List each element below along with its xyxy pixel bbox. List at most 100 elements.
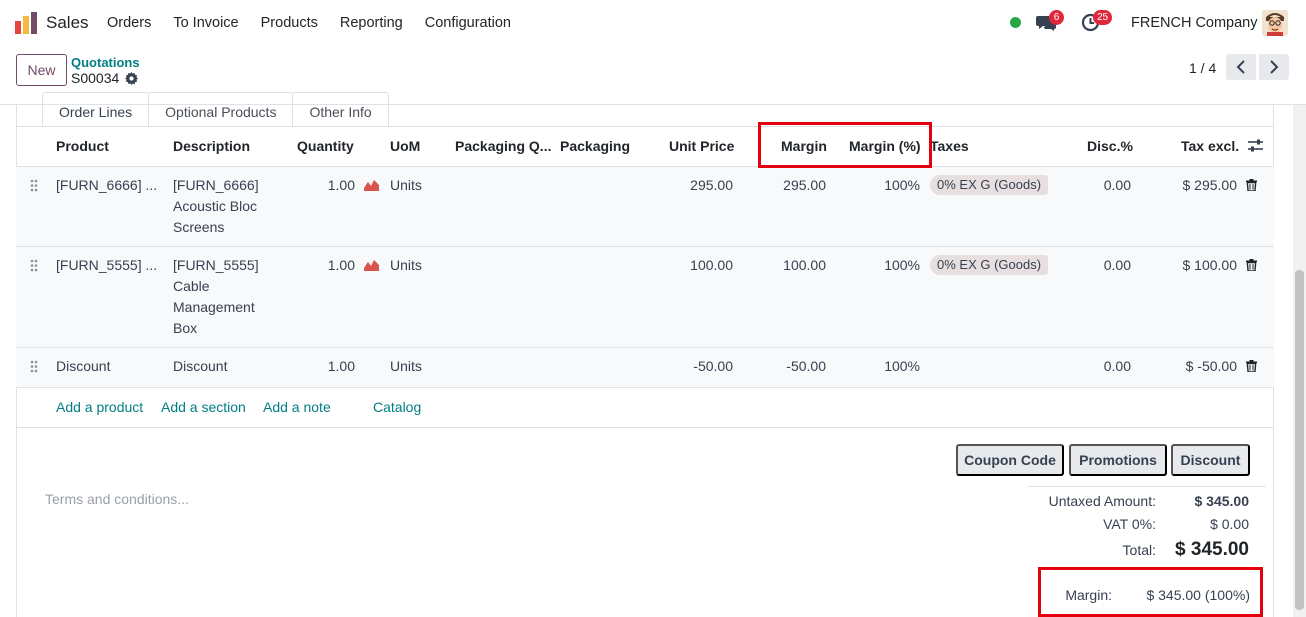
row-description-line[interactable]: [FURN_5555]: [173, 255, 259, 276]
total-value: $ 345.00: [1175, 539, 1249, 560]
row-quantity[interactable]: 1.00: [300, 356, 355, 377]
record-title: S00034: [71, 70, 139, 86]
pager-previous-button[interactable]: [1226, 54, 1256, 80]
column-header-packaging[interactable]: Packaging: [560, 138, 630, 154]
tax-tag[interactable]: 0% EX G (Goods): [930, 175, 1049, 195]
row-description-line[interactable]: Discount: [173, 356, 227, 377]
row-divider: [16, 387, 1274, 388]
top-navbar: Sales Orders To Invoice Products Reporti…: [0, 0, 1306, 46]
row-unit-price[interactable]: 100.00: [660, 255, 733, 276]
row-margin: 100.00: [783, 257, 826, 273]
add-product-link[interactable]: Add a product: [56, 399, 143, 415]
forecast-chart-icon[interactable]: [364, 259, 379, 271]
row-margin: -50.00: [786, 358, 826, 374]
column-header-unit-price[interactable]: Unit Price: [669, 138, 734, 154]
row-subtotal: $ 100.00: [1182, 257, 1238, 273]
drag-handle-icon[interactable]: [30, 360, 38, 373]
row-margin-pct: 100%: [884, 177, 920, 193]
user-avatar[interactable]: [1262, 10, 1288, 36]
tab-optional-products[interactable]: Optional Products: [148, 92, 294, 127]
row-description-line[interactable]: Cable: [173, 276, 210, 297]
scrollbar-thumb[interactable]: [1295, 270, 1304, 610]
coupon-code-button[interactable]: Coupon Code: [956, 444, 1064, 476]
table-bottom-border: [16, 427, 1274, 428]
row-margin-pct: 100%: [884, 358, 920, 374]
row-uom[interactable]: Units: [390, 255, 422, 276]
tabs-cover-line: [0, 104, 1306, 105]
company-switcher[interactable]: FRENCH Company: [1131, 15, 1258, 31]
vat-value: $ 0.00: [1210, 516, 1249, 532]
row-quantity[interactable]: 1.00: [300, 175, 355, 196]
row-unit-price[interactable]: 295.00: [660, 175, 733, 196]
column-header-description[interactable]: Description: [173, 138, 250, 154]
vat-label: VAT 0%:: [1103, 516, 1156, 532]
column-header-taxes[interactable]: Taxes: [930, 138, 969, 154]
row-description-line[interactable]: Management: [173, 297, 255, 318]
row-unit-price[interactable]: -50.00: [660, 356, 733, 377]
table-top-border: [16, 126, 1274, 127]
presence-status-icon[interactable]: [1010, 17, 1021, 28]
add-note-link[interactable]: Add a note: [263, 399, 331, 415]
trash-icon[interactable]: [1246, 259, 1257, 271]
row-discount[interactable]: 0.00: [1070, 175, 1131, 196]
row-margin: 295.00: [783, 177, 826, 193]
breadcrumb-quotations[interactable]: Quotations: [71, 55, 140, 70]
sales-app-icon[interactable]: [15, 12, 37, 34]
record-name: S00034: [71, 70, 120, 86]
menu-configuration[interactable]: Configuration: [425, 15, 511, 31]
row-uom[interactable]: Units: [390, 356, 422, 377]
row-discount[interactable]: 0.00: [1070, 356, 1131, 377]
tab-order-lines-label: Order Lines: [59, 104, 133, 120]
untaxed-amount-label: Untaxed Amount:: [1048, 493, 1156, 509]
tax-tag[interactable]: 0% EX G (Goods): [930, 255, 1049, 275]
app-name[interactable]: Sales: [46, 13, 89, 33]
optional-columns-icon[interactable]: [1248, 139, 1263, 153]
row-discount[interactable]: 0.00: [1070, 255, 1131, 276]
menu-orders[interactable]: Orders: [107, 15, 151, 31]
pager-value[interactable]: 1 / 4: [1189, 60, 1216, 76]
tab-other-info-label: Other Info: [309, 104, 372, 120]
row-description-line[interactable]: [FURN_6666]: [173, 175, 259, 196]
row-product[interactable]: [FURN_6666] ...: [56, 175, 157, 196]
drag-handle-icon[interactable]: [30, 259, 38, 272]
row-description-line[interactable]: Acoustic Bloc: [173, 196, 257, 217]
column-header-tax-excl[interactable]: Tax excl.: [1181, 138, 1239, 154]
column-header-disc[interactable]: Disc.%: [1087, 138, 1133, 154]
pager-next-button[interactable]: [1259, 54, 1289, 80]
row-description-line[interactable]: Screens: [173, 217, 224, 238]
row-subtotal: $ 295.00: [1182, 177, 1238, 193]
column-header-quantity[interactable]: Quantity: [297, 138, 354, 154]
menu-to-invoice[interactable]: To Invoice: [173, 15, 238, 31]
total-label: Total:: [1122, 542, 1156, 558]
notebook-tabs: Order Lines Optional Products Other Info: [42, 92, 389, 127]
new-button[interactable]: New: [16, 54, 67, 86]
catalog-link[interactable]: Catalog: [373, 399, 421, 415]
row-quantity[interactable]: 1.00: [300, 255, 355, 276]
main-menu: Orders To Invoice Products Reporting Con…: [107, 15, 533, 31]
column-header-packaging-qty[interactable]: Packaging Q...: [455, 138, 551, 154]
add-section-link[interactable]: Add a section: [161, 399, 246, 415]
activity-count-badge: 25: [1093, 10, 1113, 25]
tab-other-info[interactable]: Other Info: [292, 92, 389, 127]
menu-reporting[interactable]: Reporting: [340, 15, 403, 31]
forecast-chart-icon[interactable]: [364, 179, 379, 191]
row-description-line[interactable]: Box: [173, 318, 197, 339]
promotions-button[interactable]: Promotions: [1069, 444, 1167, 476]
menu-products[interactable]: Products: [261, 15, 318, 31]
row-product[interactable]: Discount: [56, 356, 110, 377]
column-header-uom[interactable]: UoM: [390, 138, 420, 154]
terms-and-conditions-field[interactable]: Terms and conditions...: [45, 491, 189, 507]
discount-button[interactable]: Discount: [1171, 444, 1250, 476]
trash-icon[interactable]: [1246, 179, 1257, 191]
row-subtotal: $ -50.00: [1185, 358, 1237, 374]
margin-total-highlight: [1038, 567, 1263, 617]
row-product[interactable]: [FURN_5555] ...: [56, 255, 157, 276]
row-uom[interactable]: Units: [390, 175, 422, 196]
gear-icon[interactable]: [125, 71, 139, 85]
column-header-product[interactable]: Product: [56, 138, 109, 154]
tab-order-lines[interactable]: Order Lines: [42, 92, 150, 127]
trash-icon[interactable]: [1246, 360, 1257, 372]
untaxed-amount-value: $ 345.00: [1194, 493, 1250, 509]
chat-count-badge: 6: [1049, 10, 1064, 25]
drag-handle-icon[interactable]: [30, 179, 38, 192]
